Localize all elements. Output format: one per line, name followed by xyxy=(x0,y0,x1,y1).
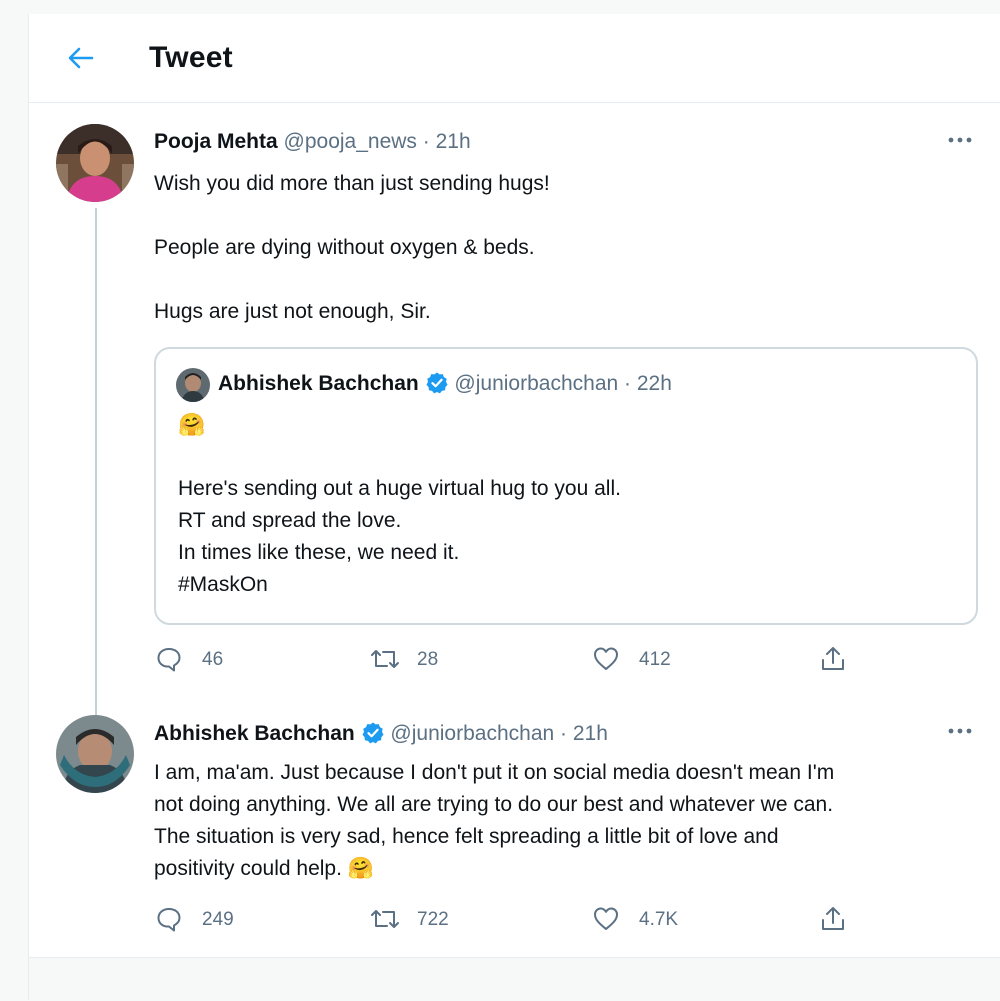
separator-dot: · xyxy=(624,372,632,395)
tweet-text-line: The situation is very sad, hence felt sp… xyxy=(154,825,779,848)
tweet-actions: 46 28 412 xyxy=(154,644,974,674)
like-count: 4.7K xyxy=(639,909,679,930)
tweet-text: Wish you did more than just sending hugs… xyxy=(154,168,550,328)
share-button[interactable] xyxy=(818,904,852,934)
retweet-count: 28 xyxy=(417,649,439,670)
tweet-text-line: I am, ma'am. Just because I don't put it… xyxy=(154,761,835,784)
tweet-time: 22h xyxy=(636,372,672,395)
reply-button[interactable]: 46 xyxy=(154,644,264,674)
avatar[interactable] xyxy=(176,368,210,402)
verified-badge-icon xyxy=(426,372,448,394)
hugging-emoji: 🤗 xyxy=(178,412,206,437)
left-gutter xyxy=(0,14,28,1000)
tweet-text-line: not doing anything. We all are trying to… xyxy=(154,793,834,816)
tweet-text-line: People are dying without oxygen & beds. xyxy=(154,236,535,259)
quoted-tweet-text: 🤗 Here's sending out a huge virtual hug … xyxy=(178,409,621,601)
tweet-author-line: Abhishek Bachchan @juniorbachchan · 21h xyxy=(154,721,608,746)
more-options-icon[interactable] xyxy=(947,135,973,145)
like-button[interactable]: 4.7K xyxy=(591,904,711,934)
tweet-text-segment: positivity could help. xyxy=(154,857,342,880)
more-options-icon[interactable] xyxy=(947,726,973,736)
tweet-text-line: Here's sending out a huge virtual hug to… xyxy=(178,477,621,500)
author-handle[interactable]: @juniorbachchan xyxy=(390,722,554,745)
hugging-emoji: 🤗 xyxy=(347,857,374,880)
author-name: Abhishek Bachchan xyxy=(218,372,419,395)
back-arrow-icon[interactable] xyxy=(65,43,95,73)
tweet-text-line: positivity could help. 🤗 xyxy=(154,853,834,885)
tweet-text-line: RT and spread the love. xyxy=(178,509,402,532)
verified-badge-icon xyxy=(362,722,384,744)
tweet-text-line: In times like these, we need it. xyxy=(178,541,460,564)
reply-count: 46 xyxy=(202,649,224,670)
reply-icon xyxy=(157,648,181,672)
profile-photo-icon xyxy=(56,715,134,793)
avatar[interactable] xyxy=(56,715,134,793)
like-count: 412 xyxy=(639,649,671,670)
avatar[interactable] xyxy=(56,124,134,202)
thread-connector xyxy=(95,208,97,720)
retweet-icon xyxy=(371,650,399,668)
retweet-count: 722 xyxy=(417,909,449,930)
next-section xyxy=(29,957,1000,1001)
retweet-button[interactable]: 722 xyxy=(369,904,479,934)
retweet-button[interactable]: 28 xyxy=(369,644,479,674)
heart-icon xyxy=(594,907,618,930)
author-name[interactable]: Abhishek Bachchan xyxy=(154,722,355,745)
reply-icon xyxy=(157,908,181,932)
tweet-time[interactable]: 21h xyxy=(573,722,608,745)
reply-button[interactable]: 249 xyxy=(154,904,264,934)
author-handle: @juniorbachchan xyxy=(454,372,619,395)
tweet-time[interactable]: 21h xyxy=(436,130,471,153)
timeline-column: Tweet Pooja Mehta @pooja_news · 21h Wish… xyxy=(28,14,1000,1001)
quoted-tweet[interactable]: Abhishek Bachchan @juniorbachchan · 22h … xyxy=(154,347,978,625)
page-title: Tweet xyxy=(149,41,233,74)
like-button[interactable]: 412 xyxy=(591,644,701,674)
profile-photo-icon xyxy=(56,124,134,202)
top-bar xyxy=(0,0,1000,15)
tweet-actions: 249 722 4.7K xyxy=(154,904,974,934)
page-header: Tweet xyxy=(29,14,1000,103)
author-handle[interactable]: @pooja_news xyxy=(284,130,417,153)
heart-icon xyxy=(594,647,618,670)
tweet-text-line: #MaskOn xyxy=(178,573,268,596)
separator-dot: · xyxy=(422,130,430,153)
profile-photo-icon xyxy=(176,368,210,402)
tweet-text: I am, ma'am. Just because I don't put it… xyxy=(154,757,834,885)
quoted-author-line: Abhishek Bachchan @juniorbachchan · 22h xyxy=(218,371,672,396)
share-icon xyxy=(822,647,844,670)
share-icon xyxy=(822,907,844,930)
tweet-author-line: Pooja Mehta @pooja_news · 21h xyxy=(154,130,471,154)
retweet-icon xyxy=(371,910,399,928)
reply-count: 249 xyxy=(202,909,234,930)
separator-dot: · xyxy=(560,722,568,745)
tweet-text-line: Wish you did more than just sending hugs… xyxy=(154,172,550,195)
author-name[interactable]: Pooja Mehta xyxy=(154,130,278,153)
share-button[interactable] xyxy=(818,644,852,674)
tweet-text-line: Hugs are just not enough, Sir. xyxy=(154,300,431,323)
